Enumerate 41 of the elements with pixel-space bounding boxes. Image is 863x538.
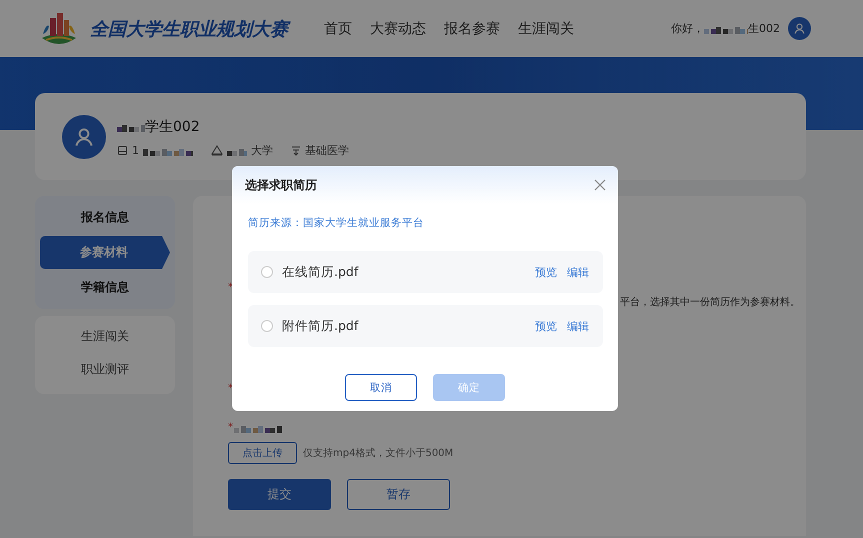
sidebar-item[interactable]: 学籍信息 — [40, 271, 170, 304]
nav-link[interactable]: 生涯闯关 — [518, 20, 574, 38]
school-icon — [211, 145, 223, 156]
resume-action-link[interactable]: 编辑 — [567, 318, 589, 334]
resume-hint-text: 平台，选择其中一份简历作为参赛材料。 — [619, 296, 801, 309]
upload-button[interactable]: 点击上传 — [228, 442, 297, 464]
id-card-icon — [117, 145, 128, 156]
sidebar-item[interactable]: 参赛材料 — [40, 236, 170, 269]
cancel-button[interactable]: 取消 — [345, 374, 417, 401]
resume-source-text: 简历来源：国家大学生就业服务平台 — [248, 216, 425, 230]
radio-button[interactable] — [261, 266, 273, 278]
user-name: 生002 — [748, 21, 780, 36]
sidebar-item[interactable]: 职业测评 — [40, 353, 170, 386]
radio-button[interactable] — [261, 320, 273, 332]
nav-link[interactable]: 报名参赛 — [444, 20, 500, 38]
school-name: 大学 — [251, 143, 273, 158]
sidebar-item[interactable]: 生涯闯关 — [40, 320, 170, 353]
upload-hint: 仅支持mp4格式，文件小于500M — [303, 446, 454, 460]
save-draft-button[interactable]: 暂存 — [347, 479, 450, 510]
nav-link[interactable]: 首页 — [324, 20, 352, 38]
major-name: 基础医学 — [305, 143, 349, 158]
student-id: 1 — [132, 144, 139, 157]
profile-avatar-icon — [62, 114, 106, 158]
resume-file-name: 在线简历.pdf — [282, 264, 358, 280]
resume-option[interactable]: 在线简历.pdf 预览 编辑 — [248, 251, 603, 293]
resume-action-link[interactable]: 编辑 — [567, 264, 589, 280]
student-name: 学生002 — [145, 118, 200, 136]
submit-button[interactable]: 提交 — [228, 479, 331, 510]
greeting-text: 你好， — [671, 21, 704, 36]
nav-link[interactable]: 大赛动态 — [370, 20, 426, 38]
required-mark: * — [228, 422, 234, 434]
user-avatar-icon[interactable] — [788, 17, 811, 40]
resume-option[interactable]: 附件简历.pdf 预览 编辑 — [248, 305, 603, 347]
resume-action-link[interactable]: 预览 — [535, 264, 557, 280]
pixelated-text-drawing — [117, 122, 145, 132]
close-icon[interactable] — [594, 179, 606, 191]
major-icon — [291, 145, 301, 156]
resume-action-link[interactable]: 预览 — [535, 318, 557, 334]
dialog-title: 选择求职简历 — [245, 176, 317, 194]
resume-file-name: 附件简历.pdf — [282, 318, 358, 334]
sidebar-item[interactable]: 报名信息 — [40, 201, 170, 234]
